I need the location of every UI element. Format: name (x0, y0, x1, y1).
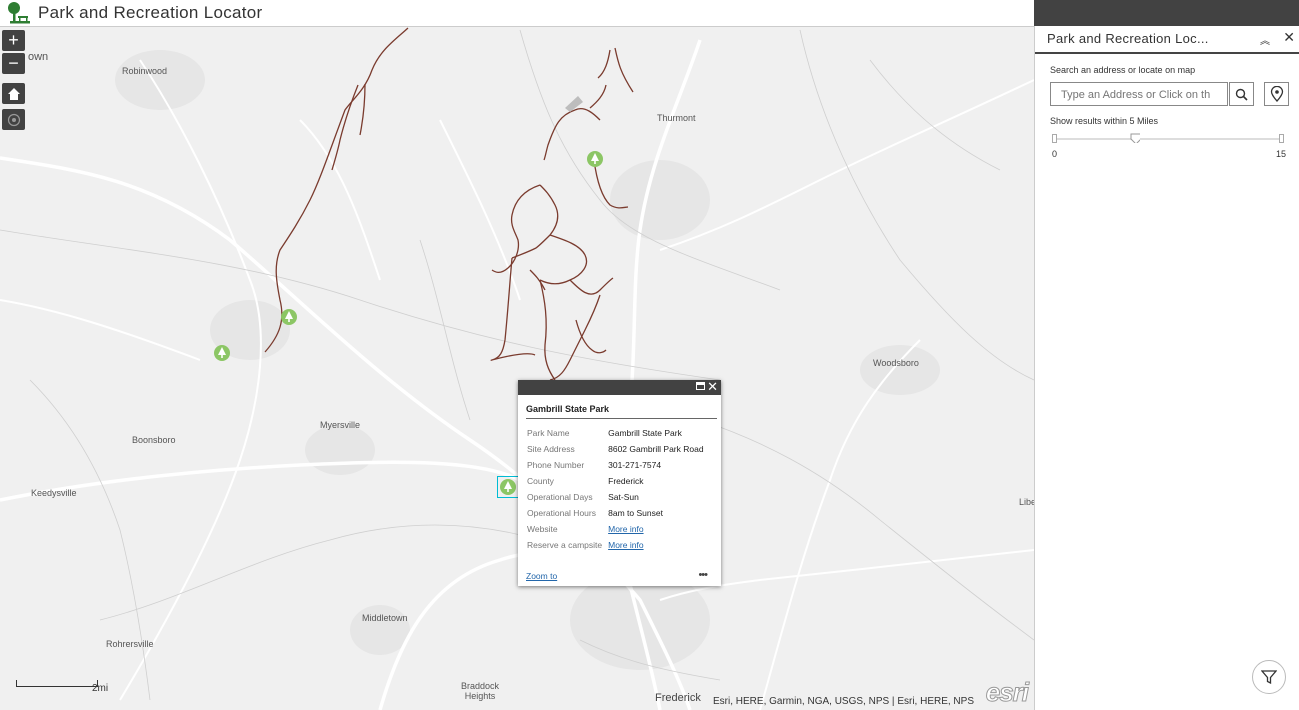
selected-park-marker[interactable] (497, 476, 519, 498)
park-marker-icon[interactable] (280, 308, 298, 326)
slider-max-label: 15 (1276, 149, 1287, 159)
search-input[interactable] (1059, 84, 1223, 106)
reserve-campsite-link[interactable]: More info (608, 540, 643, 550)
panel-topbar (1034, 0, 1299, 26)
locate-button[interactable] (2, 109, 25, 130)
field-value: Frederick (608, 476, 644, 486)
slider-max-stop (1279, 134, 1284, 143)
park-marker-icon[interactable] (213, 344, 231, 362)
more-actions-icon[interactable]: ••• (698, 569, 708, 581)
table-row: County Frederick (524, 473, 707, 489)
field-label: Website (527, 524, 558, 534)
search-box (1050, 82, 1228, 106)
table-row: Reserve a campsite More info (524, 537, 707, 553)
popup-titlebar: ✕ (518, 379, 721, 395)
app-title: Park and Recreation Locator (38, 3, 263, 22)
field-label: County (527, 476, 554, 486)
basemap (0, 27, 1034, 710)
esri-logo: esri (985, 677, 1029, 708)
park-marker-icon[interactable] (586, 150, 604, 168)
field-label: Phone Number (527, 460, 585, 470)
place-label-braddock-heights: Braddock Heights (460, 681, 500, 701)
park-logo-icon (8, 2, 30, 24)
map-attribution: Esri, HERE, Garmin, NGA, USGS, NPS | Esr… (713, 696, 974, 707)
field-label: Operational Days (527, 492, 593, 502)
slider-min-label: 0 (1052, 149, 1058, 159)
feature-popup: ✕ Gambrill State Park Park Name Gambrill … (518, 379, 721, 586)
park-marker-icon[interactable] (499, 478, 517, 496)
slider-handle[interactable] (1130, 133, 1140, 143)
side-panel: Park and Recreation Loc... ︽ ✕ Search an… (1034, 26, 1299, 710)
radius-slider[interactable] (1052, 133, 1284, 143)
table-row: Site Address 8602 Gambrill Park Road (524, 441, 707, 457)
place-label-woodsboro: Woodsboro (873, 358, 919, 368)
search-label: Search an address or locate on map (1050, 65, 1196, 75)
place-label-rohrersville: Rohrersville (106, 639, 154, 649)
field-label: Operational Hours (527, 508, 596, 518)
panel-header: Park and Recreation Loc... ︽ ✕ (1035, 26, 1299, 54)
table-row: Phone Number 301-271-7574 (524, 457, 707, 473)
place-label-libe: Libe (1019, 497, 1034, 507)
zoom-to-link[interactable]: Zoom to (526, 571, 557, 581)
scale-bar (16, 680, 98, 687)
popup-title: Gambrill State Park (526, 404, 717, 419)
collapse-icon[interactable]: ︽ (1260, 32, 1270, 47)
close-panel-icon[interactable]: ✕ (1283, 29, 1295, 46)
search-icon (1235, 88, 1248, 101)
search-button[interactable] (1229, 82, 1254, 106)
slider-min-stop (1052, 134, 1057, 143)
table-row: Park Name Gambrill State Park (524, 425, 707, 441)
map-view[interactable]: Robinwood Thurmont Woodsboro Myersville … (0, 26, 1034, 710)
popup-attributes: Park Name Gambrill State Park Site Addres… (524, 425, 707, 553)
locate-on-map-button[interactable] (1264, 82, 1289, 106)
panel-title: Park and Recreation Loc... (1047, 31, 1209, 46)
place-label-thurmont: Thurmont (657, 113, 696, 123)
field-value: Sat-Sun (608, 492, 639, 502)
field-label: Reserve a campsite (527, 540, 603, 550)
maximize-icon[interactable] (696, 382, 705, 390)
field-label: Site Address (527, 444, 575, 454)
place-label-keedysville: Keedysville (31, 488, 77, 498)
place-label-own: own (28, 51, 49, 63)
home-button[interactable] (2, 83, 25, 104)
place-label-robinwood: Robinwood (122, 66, 168, 76)
place-label-boonsboro: Boonsboro (132, 435, 176, 445)
map-pin-icon (1270, 86, 1283, 102)
field-value: 8602 Gambrill Park Road (608, 444, 704, 454)
home-icon (7, 87, 20, 100)
field-value: 301-271-7574 (608, 460, 662, 470)
zoom-out-button[interactable]: − (2, 53, 25, 74)
place-label-myersville: Myersville (320, 420, 361, 430)
close-icon[interactable]: ✕ (707, 379, 718, 395)
filter-icon (1261, 670, 1277, 685)
field-value: Gambrill State Park (608, 428, 682, 438)
place-label-middletown: Middletown (362, 613, 408, 623)
scale-label: 2mi (92, 683, 109, 694)
website-link[interactable]: More info (608, 524, 643, 534)
table-row: Operational Hours 8am to Sunset (524, 505, 707, 521)
filter-button[interactable] (1252, 660, 1286, 694)
table-row: Operational Days Sat-Sun (524, 489, 707, 505)
app-header: Park and Recreation Locator (0, 0, 1034, 27)
field-label: Park Name (527, 428, 570, 438)
place-label-frederick: Frederick (655, 692, 701, 704)
locate-icon (7, 113, 20, 126)
table-row: Website More info (524, 521, 707, 537)
zoom-in-button[interactable]: + (2, 30, 25, 51)
field-value: 8am to Sunset (608, 508, 663, 518)
radius-label: Show results within 5 Miles (1050, 116, 1159, 126)
